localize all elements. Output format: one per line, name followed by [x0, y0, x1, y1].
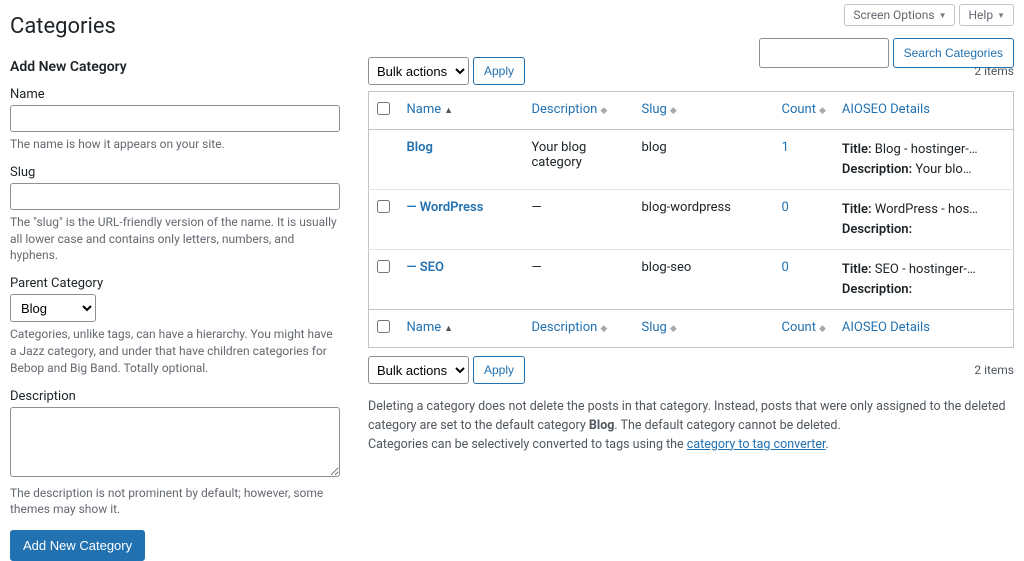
name-hint: The name is how it appears on your site. — [10, 136, 340, 153]
categories-table: Name▲ Description◆ Slug◆ Count◆ AIOSEO D… — [368, 91, 1014, 348]
sort-icon: ▲ — [444, 106, 453, 116]
row-checkbox[interactable] — [377, 200, 390, 213]
bulk-actions-top[interactable]: Bulk actions — [368, 57, 469, 85]
help-label: Help — [968, 8, 993, 22]
description-hint: The description is not prominent by defa… — [10, 485, 340, 519]
select-all-top[interactable] — [377, 102, 390, 115]
col-slug-header[interactable]: Slug◆ — [634, 92, 774, 130]
aioseo-desc: Description: — [842, 220, 1005, 240]
parent-hint: Categories, unlike tags, can have a hier… — [10, 326, 340, 376]
sort-icon: ◆ — [819, 106, 826, 116]
slug-label: Slug — [10, 165, 340, 180]
triangle-down-icon: ▼ — [939, 11, 947, 20]
description-field[interactable] — [10, 407, 340, 477]
sort-icon: ◆ — [670, 106, 677, 116]
bulk-actions-bottom[interactable]: Bulk actions — [368, 356, 469, 384]
table-row: — WordPress —blog-wordpress 0 Title: WordPr… — [369, 190, 1014, 250]
search-input[interactable] — [759, 38, 889, 68]
col-count-header[interactable]: Count◆ — [774, 92, 834, 130]
row-count-link[interactable]: 0 — [782, 200, 789, 215]
sort-icon: ◆ — [600, 324, 607, 334]
help-tab[interactable]: Help ▼ — [959, 4, 1014, 26]
footer-notes: Deleting a category does not delete the … — [368, 398, 1014, 454]
select-all-bottom[interactable] — [377, 320, 390, 333]
table-row: Blog Your blog categoryblog 1 Title: Blog -… — [369, 130, 1014, 190]
items-count-bottom: 2 items — [974, 363, 1014, 377]
row-name-link[interactable]: Blog — [407, 140, 433, 155]
screen-options-label: Screen Options — [853, 8, 934, 22]
row-name-link[interactable]: — SEO — [407, 260, 444, 275]
col-aioseo-header: AIOSEO Details — [834, 92, 1014, 130]
col-description-header[interactable]: Description◆ — [524, 92, 634, 130]
aioseo-title: Title: WordPress - hos… — [842, 200, 1005, 220]
sort-icon: ◆ — [670, 324, 677, 334]
row-description: — — [524, 250, 634, 310]
row-count-link[interactable]: 1 — [782, 140, 789, 155]
row-description: — — [524, 190, 634, 250]
slug-hint: The "slug" is the URL-friendly version o… — [10, 214, 340, 264]
screen-options-tab[interactable]: Screen Options ▼ — [844, 4, 955, 26]
row-count-link[interactable]: 0 — [782, 260, 789, 275]
slug-field[interactable] — [10, 183, 340, 210]
row-slug: blog-wordpress — [634, 190, 774, 250]
aioseo-desc: Description: Your blo… — [842, 160, 1005, 180]
sort-icon: ◆ — [600, 106, 607, 116]
col-name-header[interactable]: Name▲ — [399, 92, 524, 130]
add-category-button[interactable]: Add New Category — [10, 530, 145, 561]
col-slug-footer[interactable]: Slug◆ — [634, 310, 774, 348]
row-checkbox[interactable] — [377, 260, 390, 273]
col-name-footer[interactable]: Name▲ — [399, 310, 524, 348]
parent-label: Parent Category — [10, 276, 340, 291]
aioseo-desc: Description: — [842, 280, 1005, 300]
sort-icon: ▲ — [444, 324, 453, 334]
converter-link[interactable]: category to tag converter — [687, 437, 826, 452]
name-label: Name — [10, 87, 340, 102]
parent-select[interactable]: Blog — [10, 294, 96, 322]
form-heading: Add New Category — [10, 59, 340, 75]
aioseo-title: Title: Blog - hostinger-… — [842, 140, 1005, 160]
table-row: — SEO —blog-seo 0 Title: SEO - hostinger-…D… — [369, 250, 1014, 310]
apply-bottom-button[interactable]: Apply — [473, 356, 525, 384]
col-count-footer[interactable]: Count◆ — [774, 310, 834, 348]
sort-icon: ◆ — [819, 324, 826, 334]
search-button[interactable]: Search Categories — [893, 38, 1014, 68]
apply-top-button[interactable]: Apply — [473, 57, 525, 85]
col-aioseo-footer: AIOSEO Details — [834, 310, 1014, 348]
row-slug: blog — [634, 130, 774, 190]
aioseo-title: Title: SEO - hostinger-… — [842, 260, 1005, 280]
row-slug: blog-seo — [634, 250, 774, 310]
description-label: Description — [10, 389, 340, 404]
name-field[interactable] — [10, 105, 340, 132]
col-description-footer[interactable]: Description◆ — [524, 310, 634, 348]
row-name-link[interactable]: — WordPress — [407, 200, 484, 215]
triangle-down-icon: ▼ — [997, 11, 1005, 20]
row-description: Your blog category — [524, 130, 634, 190]
